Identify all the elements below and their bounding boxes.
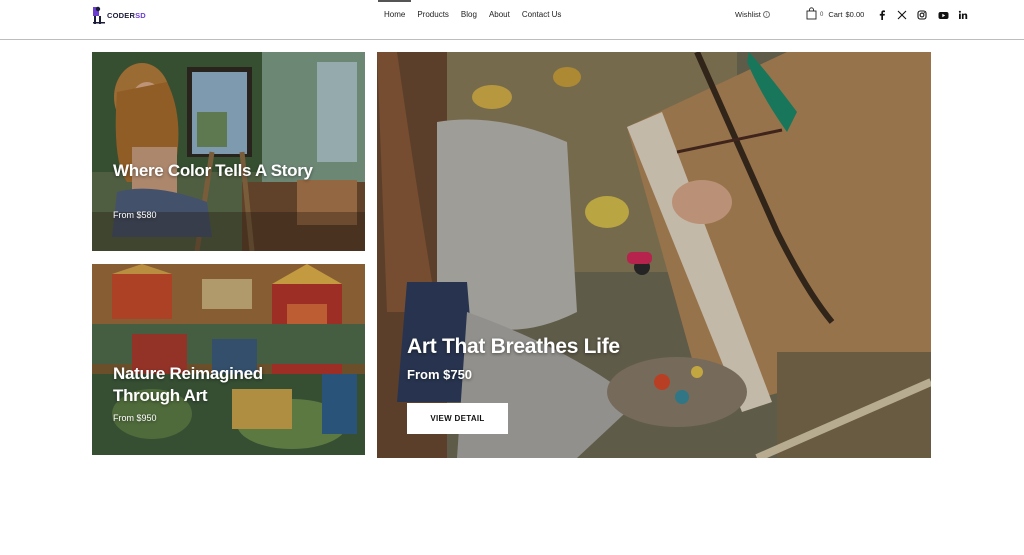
logo-text-part1: CODER: [107, 10, 136, 20]
info-icon: i: [762, 11, 770, 18]
cart-label: Cart: [828, 10, 843, 19]
nav-item-about[interactable]: About: [483, 0, 516, 30]
card-price: From $580: [113, 210, 157, 220]
cart-button[interactable]: 0 Cart $0.00: [806, 7, 864, 22]
instagram-icon[interactable]: [915, 8, 929, 22]
painting-easel-image: [377, 52, 931, 458]
site-header: CODERSD Home Products Blog About Contact…: [0, 0, 1024, 40]
painting-girl-image: [92, 52, 365, 251]
view-detail-button[interactable]: VIEW DETAIL: [407, 403, 508, 434]
facebook-icon[interactable]: [875, 8, 889, 22]
product-card-nature-reimagined[interactable]: Nature Reimagined Through Art From $950: [92, 264, 365, 455]
main-nav: Home Products Blog About Contact Us: [378, 0, 567, 30]
nav-item-blog[interactable]: Blog: [455, 0, 483, 30]
card-price: From $950: [113, 413, 157, 423]
logo-text-part2: SD: [135, 10, 146, 20]
shopping-bag-icon: [806, 7, 817, 22]
logo[interactable]: CODERSD: [92, 4, 146, 26]
temple-mural-image: [92, 264, 365, 455]
wishlist-label: Wishlist: [735, 10, 761, 19]
linkedin-icon[interactable]: [956, 8, 970, 22]
wishlist-link[interactable]: Wishlist i: [735, 10, 770, 19]
card-title: Art That Breathes Life: [407, 335, 620, 358]
nav-item-home[interactable]: Home: [378, 0, 412, 30]
card-price: From $750: [407, 367, 473, 382]
logo-icon: [92, 4, 106, 26]
x-twitter-icon[interactable]: [895, 8, 909, 22]
card-title: Where Color Tells A Story: [113, 161, 313, 180]
nav-item-contact[interactable]: Contact Us: [516, 0, 568, 30]
product-card-breathes-life[interactable]: Art That Breathes Life From $750 VIEW DE…: [377, 52, 931, 458]
cart-count: 0: [820, 11, 824, 18]
nav-item-products[interactable]: Products: [411, 0, 455, 30]
cart-total: $0.00: [845, 10, 865, 19]
product-card-color-story[interactable]: Where Color Tells A Story From $580: [92, 52, 365, 251]
youtube-icon[interactable]: [936, 8, 950, 22]
card-title: Nature Reimagined Through Art: [113, 364, 263, 405]
logo-text: CODERSD: [107, 11, 146, 20]
